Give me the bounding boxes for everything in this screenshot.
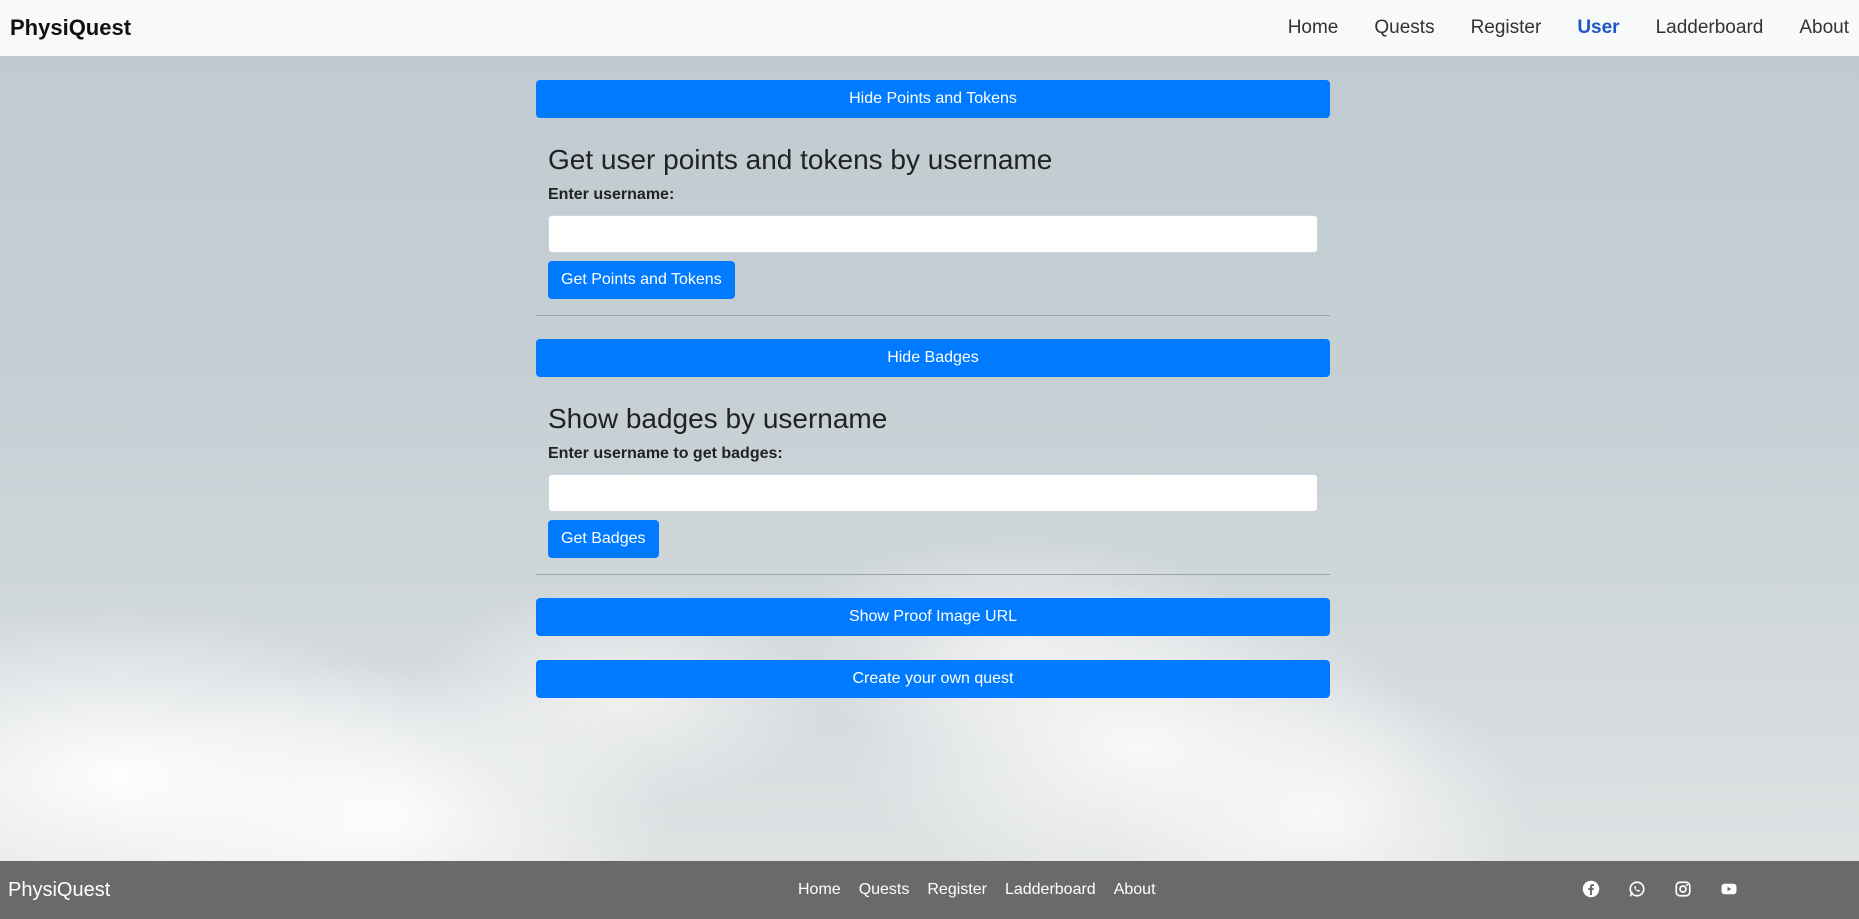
- toggle-points-button[interactable]: Hide Points and Tokens: [536, 80, 1330, 118]
- points-section: Get user points and tokens by username E…: [536, 118, 1330, 299]
- create-quest-button[interactable]: Create your own quest: [536, 660, 1330, 698]
- facebook-icon[interactable]: [1582, 880, 1602, 900]
- brand-logo[interactable]: PhysiQuest: [10, 15, 131, 41]
- show-proof-image-button[interactable]: Show Proof Image URL: [536, 598, 1330, 636]
- badges-section-title: Show badges by username: [548, 403, 888, 434]
- youtube-icon[interactable]: [1720, 880, 1740, 900]
- nav-link-register[interactable]: Register: [1453, 17, 1560, 39]
- get-points-button[interactable]: Get Points and Tokens: [548, 261, 735, 299]
- main-content: Hide Points and Tokens Get user points a…: [536, 80, 1330, 698]
- social-links: [1582, 880, 1740, 900]
- points-section-title: Get user points and tokens by username: [548, 144, 1053, 175]
- toggle-badges-button[interactable]: Hide Badges: [536, 339, 1330, 377]
- badges-username-input[interactable]: [548, 474, 1318, 512]
- nav-link-home[interactable]: Home: [1270, 17, 1357, 39]
- points-username-label: Enter username:: [548, 186, 675, 203]
- get-badges-button[interactable]: Get Badges: [548, 520, 659, 558]
- nav-links: Home Quests Register User Ladderboard Ab…: [1270, 17, 1849, 39]
- footer-link-quests[interactable]: Quests: [850, 881, 919, 899]
- instagram-icon[interactable]: [1674, 880, 1694, 900]
- nav-link-quests[interactable]: Quests: [1356, 17, 1452, 39]
- footer-links: Home Quests Register Ladderboard About: [798, 881, 1165, 899]
- points-username-input[interactable]: [548, 215, 1318, 253]
- section-divider: [536, 315, 1330, 316]
- top-navbar: PhysiQuest Home Quests Register User Lad…: [0, 0, 1859, 56]
- whatsapp-icon[interactable]: [1628, 880, 1648, 900]
- footer-brand[interactable]: PhysiQuest: [8, 879, 110, 902]
- footer-link-ladderboard[interactable]: Ladderboard: [996, 881, 1105, 899]
- badges-username-label: Enter username to get badges:: [548, 445, 783, 462]
- nav-link-about[interactable]: About: [1781, 17, 1849, 39]
- footer-link-register[interactable]: Register: [918, 881, 996, 899]
- footer-link-about[interactable]: About: [1105, 881, 1165, 899]
- nav-link-user[interactable]: User: [1559, 17, 1637, 39]
- footer: PhysiQuest Home Quests Register Ladderbo…: [0, 861, 1859, 919]
- nav-link-ladderboard[interactable]: Ladderboard: [1638, 17, 1782, 39]
- footer-link-home[interactable]: Home: [798, 881, 850, 899]
- section-divider: [536, 574, 1330, 575]
- badges-section: Show badges by username Enter username t…: [536, 377, 1330, 558]
